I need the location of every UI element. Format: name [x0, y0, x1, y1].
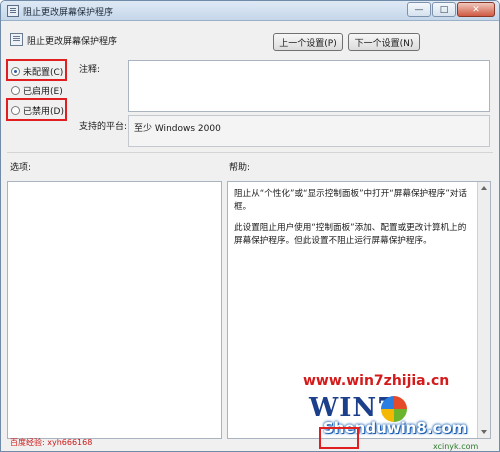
setting-title: 阻止更改屏幕保护程序 [27, 37, 118, 47]
policy-document-icon [7, 5, 19, 17]
help-text: 阻止从“个性化”或“显示控制面板”中打开“屏幕保护程序”对话框。 此设置阻止用户… [228, 182, 490, 262]
platform-label: 支持的平台: [79, 122, 128, 132]
window-controls: — □ ✕ [406, 2, 495, 17]
comment-label: 注释: [79, 65, 101, 75]
platform-readonly-field: 至少 Windows 2000 [128, 115, 490, 147]
close-button[interactable]: ✕ [457, 2, 495, 17]
section-divider [7, 152, 493, 153]
options-panel [7, 181, 222, 439]
maximize-button[interactable]: □ [432, 2, 456, 17]
help-paragraph: 此设置阻止用户使用“控制面板”添加、配置或更改计算机上的屏幕保护程序。但此设置不… [234, 223, 467, 246]
highlight-disabled [6, 98, 67, 121]
policy-dialog: 阻止更改屏幕保护程序 — □ ✕ 阻止更改屏幕保护程序 上一个设置(P) 下一个… [0, 0, 500, 452]
highlight-not-configured [6, 59, 67, 81]
policy-setting-icon [10, 33, 23, 46]
scroll-down-arrow-icon[interactable] [481, 430, 487, 434]
comment-textarea[interactable] [128, 60, 490, 112]
help-section-label: 帮助: [229, 163, 251, 173]
help-scrollbar[interactable] [477, 182, 490, 438]
help-paragraph: 阻止从“个性化”或“显示控制面板”中打开“屏幕保护程序”对话框。 [234, 189, 467, 212]
previous-setting-button[interactable]: 上一个设置(P) [273, 33, 343, 51]
highlight-ok-button [319, 427, 359, 449]
watermark-left: 百度经验: xyh666168 [10, 438, 93, 447]
watermark-domain: www.win7zhijia.cn [303, 373, 450, 389]
scroll-up-arrow-icon[interactable] [481, 186, 487, 190]
minimize-button[interactable]: — [407, 2, 431, 17]
radio-indicator[interactable] [11, 86, 20, 95]
platform-value: 至少 Windows 2000 [134, 124, 221, 134]
watermark-small: xcinyk.com [433, 442, 479, 451]
radio-label-enabled: 已启用(E) [23, 87, 63, 97]
next-setting-button[interactable]: 下一个设置(N) [348, 33, 420, 51]
title-bar[interactable]: 阻止更改屏幕保护程序 — □ ✕ [1, 1, 499, 21]
options-section-label: 选项: [10, 163, 32, 173]
radio-enabled[interactable]: 已启用(E) [11, 84, 63, 97]
window-title: 阻止更改屏幕保护程序 [23, 8, 114, 18]
